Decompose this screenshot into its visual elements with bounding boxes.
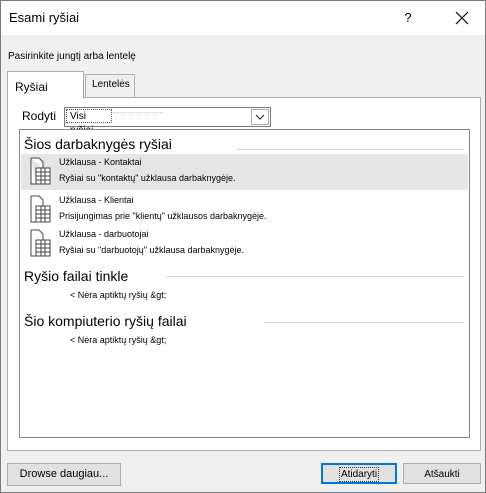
connections-list[interactable]: Šios darbaknygės ryšiai Užklausa - Konta… xyxy=(19,129,470,438)
tab-connections-label: Ryšiai xyxy=(15,80,48,94)
section-divider xyxy=(236,149,464,150)
item-name: Užklausa - darbuotojai xyxy=(59,229,149,239)
show-label: Rodyti xyxy=(22,109,57,123)
item-description: Ryšiai su "kontaktų" užklausa darbaknygė… xyxy=(59,173,236,183)
item-name: Užklausa - Kontaktai xyxy=(59,157,142,167)
dropdown-ghost-outline xyxy=(113,112,163,121)
section-header-network: Ryšio failai tinkle xyxy=(24,268,129,284)
list-item[interactable]: Užklausa - Kontaktai Ryšiai su "kontaktų… xyxy=(21,154,468,190)
tab-tables-label: Lentelės xyxy=(92,79,130,90)
close-icon[interactable] xyxy=(451,7,473,29)
computer-empty-text: < Nėra aptiktų ryšių &gt; xyxy=(70,335,167,345)
show-dropdown-value: Visi ryšiai xyxy=(66,109,112,136)
show-dropdown[interactable]: Visi ryšiai xyxy=(64,107,271,136)
item-name: Užklausa - Klientai xyxy=(59,195,134,205)
open-button[interactable]: Atidaryti xyxy=(321,463,397,484)
section-divider xyxy=(166,276,464,277)
browse-more-button[interactable]: Drowse daugiau... xyxy=(7,463,121,486)
item-description: Prisijungimas prie "klientų" užklausos d… xyxy=(59,211,267,221)
tab-tables[interactable]: Lentelės xyxy=(85,74,135,97)
help-icon[interactable]: ? xyxy=(397,7,419,29)
network-empty-text: < Nėra aptiktų ryšių &gt; xyxy=(70,290,167,300)
table-document-icon xyxy=(29,157,51,185)
tab-connections[interactable]: Ryšiai xyxy=(7,71,84,99)
list-item[interactable]: Užklausa - Klientai Prisijungimas prie "… xyxy=(21,192,468,228)
open-button-label: Atidaryti xyxy=(338,467,380,482)
cancel-button[interactable]: Atšaukti xyxy=(403,463,481,484)
instruction-text: Pasirinkite jungtį arba lentelę xyxy=(8,51,136,62)
section-header-workbook: Šios darbaknygės ryšiai xyxy=(24,136,172,152)
existing-connections-dialog: Esami ryšiai ? Pasirinkite jungtį arba l… xyxy=(0,0,486,493)
connections-panel: Rodyti Visi ryšiai Šios darbaknygės ryši… xyxy=(7,97,481,451)
section-divider xyxy=(264,322,464,323)
table-document-icon xyxy=(29,229,51,257)
item-description: Ryšiai su "darbuotojų" užklausa darbakny… xyxy=(59,245,244,255)
chevron-down-icon[interactable] xyxy=(251,109,269,125)
title-bar: Esami ryšiai ? xyxy=(1,1,485,35)
window-title: Esami ryšiai xyxy=(9,10,80,25)
list-item[interactable]: Užklausa - darbuotojai Ryšiai su "darbuo… xyxy=(21,226,468,262)
section-header-computer: Šio kompiuterio ryšių failai xyxy=(24,313,187,329)
table-document-icon xyxy=(29,195,51,223)
